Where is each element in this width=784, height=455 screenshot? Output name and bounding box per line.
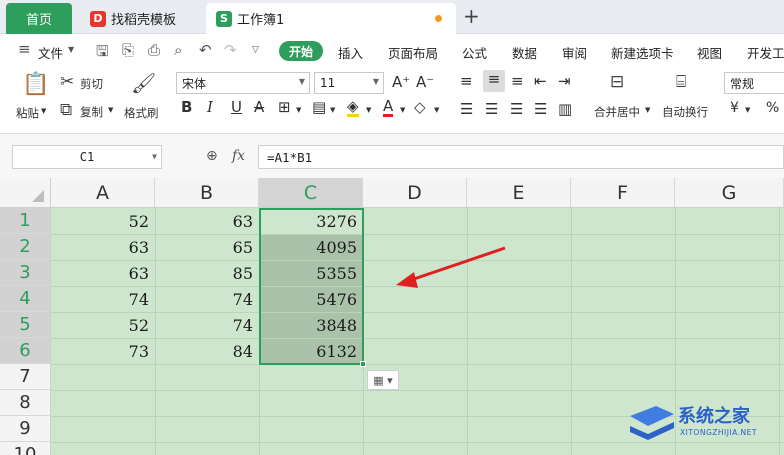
align-top-icon[interactable]: ≡ [460,72,473,90]
tab-home[interactable]: 首页 [6,3,72,34]
function-icon[interactable]: fx [232,148,245,164]
cell-style-icon[interactable]: ▤ [312,98,326,116]
redo-icon[interactable]: ↷ [224,41,237,59]
italic-icon[interactable]: I [207,98,213,116]
border-chevron-icon[interactable]: ▼ [296,106,301,114]
watermark-subtitle: XITONGZHIJIA.NET [680,428,757,437]
font-shrink-icon[interactable]: A⁻ [416,73,434,91]
paste-button[interactable]: 粘贴 [16,105,39,121]
font-size-value: 11 [320,76,336,90]
percent-icon[interactable]: % [766,100,779,116]
tab-home-label: 首页 [25,13,52,28]
bold-icon[interactable]: B [181,98,192,116]
tab-template[interactable]: D 找稻壳模板 [80,3,200,34]
chevron-down-icon: ▼ [68,45,75,54]
font-size-select[interactable]: 11 ▼ [314,72,384,94]
copy-icon: ⧉ [60,100,73,120]
align-center-icon[interactable]: ☰ [485,100,498,118]
export-pdf-icon[interactable]: ⎘ [122,41,134,59]
fill-color-icon[interactable]: ◈ [347,98,359,117]
tab-workbook[interactable]: S 工作簿1 [206,3,456,34]
merge-center-button[interactable]: 合并居中 [594,104,640,120]
chevron-down-icon: ▼ [152,152,157,161]
merge-cells-icon: ⊟ [610,72,625,92]
align-middle-icon[interactable]: ≡ [483,70,505,92]
docer-logo-icon: D [90,10,106,27]
number-format-select[interactable]: 常规 [724,72,784,94]
print-preview-icon[interactable]: ⌕ [174,41,182,59]
underline-icon[interactable]: U [231,98,242,116]
align-bottom-icon[interactable]: ≡ [511,72,524,90]
paste-icon[interactable]: 📋 [22,72,49,97]
watermark-title: 系统之家 [678,406,750,427]
formula-bar: C1 ▼ ⊕ fx =A1*B1 [0,134,784,178]
align-right-icon[interactable]: ☰ [510,100,523,118]
strikethrough-icon[interactable]: A [254,98,264,116]
paste-chevron-icon[interactable]: ▼ [41,107,46,115]
font-grow-icon[interactable]: A⁺ [392,73,410,91]
zoom-icon[interactable]: ⊕ [206,148,218,164]
clear-chevron-icon[interactable]: ▼ [434,106,439,114]
number-format-value: 常规 [730,76,755,91]
menu-data[interactable]: 数据 [512,43,537,62]
copy-button[interactable]: 复制 [80,104,103,120]
scissors-icon: ✂ [60,72,75,92]
chevron-down-icon: ▼ [298,77,305,86]
format-painter-button[interactable]: 格式刷 [124,105,159,121]
wrap-text-button[interactable]: 自动换行 [662,104,708,120]
menu-file[interactable]: 文件 [38,43,63,62]
cut-button[interactable]: 剪切 [80,76,103,92]
print-icon[interactable]: ⎙ [148,41,160,59]
undo-icon[interactable]: ↶ [199,41,212,59]
name-box[interactable]: C1 ▼ [12,145,162,169]
menu-start[interactable]: 开始 [279,41,323,61]
add-tab-button[interactable]: + [463,5,480,27]
indent-decrease-icon[interactable]: ⇤ [534,72,547,90]
menu-new-tab[interactable]: 新建选项卡 [611,43,674,62]
menu-insert[interactable]: 插入 [338,43,363,62]
watermark-logo-icon [630,406,674,440]
spreadsheet-logo-icon: S [216,10,232,27]
align-left-icon[interactable]: ☰ [460,100,473,118]
currency-chevron-icon[interactable]: ▼ [745,106,750,114]
save-icon[interactable]: 🖫 [96,41,109,66]
justify-icon[interactable]: ☰ [534,100,547,118]
tab-workbook-label: 工作簿1 [237,13,285,28]
chevron-down-icon: ▼ [372,77,379,86]
menu-formula[interactable]: 公式 [462,43,487,62]
formula-text: =A1*B1 [267,149,313,165]
copy-chevron-icon[interactable]: ▼ [108,106,113,114]
merge-chevron-icon[interactable]: ▼ [645,106,650,114]
menu-page-layout[interactable]: 页面布局 [388,43,438,62]
border-icon[interactable]: ⊞ [278,98,291,116]
name-box-value: C1 [79,150,95,164]
font-color-icon[interactable]: A [383,98,394,117]
distributed-icon[interactable]: ▥ [558,100,572,118]
menu-bar: ≡ 文件 ▼ 🖫 ⎘ ⎙ ⌕ ↶ ↷ ▽ 开始 插入 页面布局 公式 数据 审阅… [0,34,784,66]
indent-increase-icon[interactable]: ⇥ [558,72,571,90]
arrow-shaft [407,246,506,283]
font-name-value: 宋体 [182,76,207,91]
unsaved-dot-icon [435,15,442,22]
watermark: 系统之家 XITONGZHIJIA.NET [626,398,776,446]
currency-icon[interactable]: ¥ [730,100,739,116]
menu-hamburger-icon[interactable]: ≡ [18,40,31,58]
wrap-text-icon: ⌸ [676,72,687,92]
ribbon: 📋 粘贴 ▼ ✂ 剪切 ⧉ 复制 ▼ 🖌 格式刷 宋体 ▼ 11 ▼ A⁺ A⁻… [0,66,784,134]
menu-review[interactable]: 审阅 [562,43,587,62]
clear-format-icon[interactable]: ◇ [414,98,426,116]
tab-template-label: 找稻壳模板 [111,13,177,28]
font-color-chevron-icon[interactable]: ▼ [400,106,405,114]
menu-view[interactable]: 视图 [697,43,722,62]
format-painter-icon: 🖌 [131,71,157,95]
tab-bar: 首页 D 找稻壳模板 S 工作簿1 + [0,0,784,34]
arrow-head [396,272,418,288]
cell-style-chevron-icon[interactable]: ▼ [330,106,335,114]
fill-color-chevron-icon[interactable]: ▼ [366,106,371,114]
menu-developer[interactable]: 开发工 [747,43,784,62]
font-name-select[interactable]: 宋体 ▼ [176,72,310,94]
menu-start-label: 开始 [288,44,313,59]
formula-input[interactable]: =A1*B1 [258,145,784,169]
customize-quick-access-icon[interactable]: ▽ [252,45,259,55]
